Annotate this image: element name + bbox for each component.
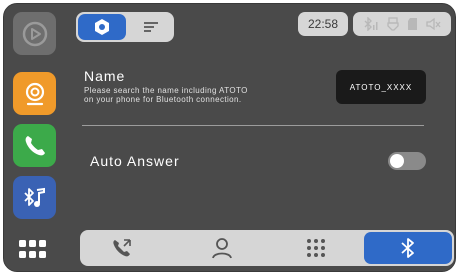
tab-settings[interactable]	[78, 14, 126, 40]
name-hint: Please search the name including ATOTO o…	[84, 86, 344, 104]
call-log-icon	[113, 239, 131, 257]
divider	[82, 125, 424, 126]
camera-icon	[25, 82, 44, 105]
app-sidebar	[4, 4, 70, 271]
toggle-knob	[390, 154, 404, 168]
name-hint-line-2: on your phone for Bluetooth connection.	[84, 95, 242, 104]
settings-hex-icon	[95, 19, 109, 35]
bluetooth-music-app-button[interactable]	[13, 176, 56, 219]
tab-call-log[interactable]	[82, 230, 162, 266]
list-icon	[144, 22, 158, 32]
sd-card-status-icon	[408, 18, 417, 30]
bluetooth-status-icon	[364, 17, 378, 31]
mute-status-icon	[426, 17, 441, 31]
tab-list[interactable]	[132, 14, 170, 40]
head-unit-screen: 22:58 Name Please search the name includ…	[3, 3, 456, 272]
tab-contacts[interactable]	[182, 230, 262, 266]
tab-bluetooth[interactable]	[364, 232, 452, 264]
carplay-icon	[22, 21, 47, 46]
phone-icon	[25, 135, 45, 155]
auto-answer-toggle[interactable]	[388, 152, 426, 170]
top-tab-bar	[76, 12, 174, 42]
app-grid-button[interactable]	[19, 240, 47, 262]
name-label: Name	[84, 68, 126, 84]
tab-dialpad[interactable]	[276, 230, 356, 266]
name-hint-line-1: Please search the name including ATOTO	[84, 86, 248, 95]
bluetooth-icon	[401, 238, 414, 258]
device-name-button[interactable]: ATOTO_XXXX	[336, 70, 426, 104]
camera-app-button[interactable]	[13, 72, 56, 115]
clock: 22:58	[298, 12, 348, 36]
auto-answer-label: Auto Answer	[90, 153, 180, 169]
phone-app-button[interactable]	[13, 124, 56, 167]
dialpad-icon	[307, 239, 325, 257]
usb-status-icon	[387, 17, 399, 31]
bluetooth-music-icon	[23, 187, 45, 207]
bluetooth-settings-panel: 22:58 Name Please search the name includ…	[70, 4, 455, 271]
status-indicators	[353, 12, 451, 36]
bottom-tab-bar	[80, 230, 454, 266]
carplay-app-button[interactable]	[13, 12, 56, 55]
contacts-icon	[212, 238, 232, 259]
